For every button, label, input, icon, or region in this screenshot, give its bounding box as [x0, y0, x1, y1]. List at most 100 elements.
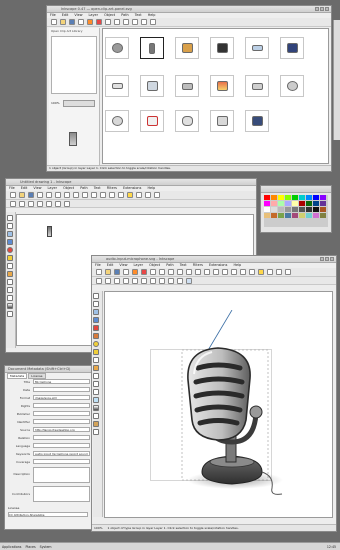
paint-bucket-tool-icon[interactable]: [93, 421, 99, 427]
language-field[interactable]: [33, 443, 90, 448]
swatch[interactable]: [306, 201, 312, 206]
clip-tile-scanner[interactable]: [245, 37, 269, 59]
spray-tool-icon[interactable]: [93, 397, 99, 403]
save-icon[interactable]: [28, 192, 34, 198]
menu-item-help[interactable]: Help: [233, 263, 241, 267]
swatch[interactable]: [306, 207, 312, 212]
group-icon[interactable]: [109, 192, 115, 198]
raise-icon[interactable]: [141, 277, 147, 284]
calligraphy-tool-icon[interactable]: [93, 381, 99, 387]
selector-tool-icon[interactable]: [93, 293, 99, 299]
connector-tool-icon[interactable]: [93, 429, 99, 435]
spiral-tool-icon[interactable]: [7, 263, 13, 269]
export-icon[interactable]: [141, 269, 147, 275]
align-icon[interactable]: [154, 192, 160, 198]
maximize-button[interactable]: [320, 7, 324, 11]
zoom-tool-icon[interactable]: [7, 231, 13, 237]
swatch[interactable]: [313, 195, 319, 200]
menu-item-file[interactable]: File: [9, 186, 15, 190]
raise-icon[interactable]: [55, 200, 61, 207]
print-icon[interactable]: [37, 192, 43, 198]
rotate-ccw-icon[interactable]: [96, 277, 102, 284]
zoom-out-icon[interactable]: [91, 192, 97, 198]
print-icon[interactable]: [78, 19, 84, 25]
swatch[interactable]: [278, 213, 284, 218]
raise-top-icon[interactable]: [132, 277, 138, 284]
clip-tile-keyboard[interactable]: [105, 75, 129, 97]
selector-tool-icon[interactable]: [7, 215, 13, 221]
date-field[interactable]: [33, 387, 90, 392]
menu-item-text[interactable]: Text: [180, 263, 187, 267]
calligraphy-tool-icon[interactable]: [7, 287, 13, 293]
save-icon[interactable]: [69, 19, 75, 25]
new-icon[interactable]: [51, 19, 57, 25]
select-all-icon[interactable]: [10, 200, 16, 207]
clip-tile-network[interactable]: [245, 75, 269, 97]
clip-tile-installer[interactable]: [210, 75, 234, 97]
identifier-field[interactable]: [33, 419, 90, 424]
dropper-tool-icon[interactable]: [7, 311, 13, 317]
menu-item-filters[interactable]: Filters: [107, 186, 117, 190]
import-icon[interactable]: [132, 269, 138, 275]
open-icon[interactable]: [19, 192, 25, 198]
menu-item-layer[interactable]: Layer: [134, 263, 143, 267]
snap-nodes-icon[interactable]: [177, 277, 183, 284]
menu-item-extensions[interactable]: Extensions: [209, 263, 227, 267]
license-select[interactable]: CC Attribution-ShareAlike: [8, 512, 88, 517]
star-tool-icon[interactable]: [93, 349, 99, 355]
swatch[interactable]: [278, 195, 284, 200]
swatch[interactable]: [292, 195, 298, 200]
copy-icon[interactable]: [64, 192, 70, 198]
rotate-cw-icon[interactable]: [28, 200, 34, 207]
new-icon[interactable]: [10, 192, 16, 198]
tab-metadata[interactable]: Metadata: [7, 373, 28, 379]
swatch[interactable]: [264, 201, 270, 206]
clip-tile-display[interactable]: [245, 110, 269, 132]
text-font-icon[interactable]: [136, 192, 142, 198]
lower-bottom-icon[interactable]: [159, 277, 165, 284]
import-icon[interactable]: [87, 19, 93, 25]
swatch[interactable]: [264, 195, 270, 200]
zoom-controls[interactable]: [63, 100, 95, 107]
swatch[interactable]: [299, 195, 305, 200]
clip-tile-printer[interactable]: [140, 75, 164, 97]
gradient-tool-icon[interactable]: [7, 303, 13, 309]
rotate-ccw-icon[interactable]: [19, 200, 25, 207]
undo-icon[interactable]: [150, 269, 156, 275]
swatch[interactable]: [313, 201, 319, 206]
flip-h-icon[interactable]: [37, 200, 43, 207]
source-field[interactable]: http://tango.freedesktop.org: [33, 427, 90, 432]
clone-icon[interactable]: [231, 269, 237, 275]
redo-icon[interactable]: [159, 269, 165, 275]
menu-item-object[interactable]: Object: [63, 186, 74, 190]
rotate-cw-icon[interactable]: [105, 277, 111, 284]
swatch[interactable]: [299, 207, 305, 212]
pen-tool-icon[interactable]: [7, 279, 13, 285]
zoom-fit-icon[interactable]: [100, 192, 106, 198]
swatch[interactable]: [306, 195, 312, 200]
swatch[interactable]: [299, 213, 305, 218]
redo-icon[interactable]: [114, 19, 120, 25]
fill-stroke-icon[interactable]: [127, 192, 133, 198]
keywords-field[interactable]: audio input microphone record sound: [33, 451, 90, 456]
menu-item-text[interactable]: Text: [94, 186, 101, 190]
xml-editor-icon[interactable]: [145, 192, 151, 198]
snap-icon[interactable]: [168, 277, 174, 284]
clip-tile-usb-drive[interactable]: [140, 37, 164, 59]
format-field[interactable]: image/svg+xml: [33, 395, 90, 400]
swatch[interactable]: [313, 213, 319, 218]
export-icon[interactable]: [96, 19, 102, 25]
snap-bbox-icon[interactable]: [186, 277, 192, 284]
contributors-field[interactable]: [33, 486, 90, 502]
minimize-button[interactable]: [315, 7, 319, 11]
swatch[interactable]: [278, 201, 284, 206]
zoom-drawing-icon[interactable]: [213, 269, 219, 275]
swatch[interactable]: [285, 201, 291, 206]
zoom-in-icon[interactable]: [123, 19, 129, 25]
new-icon[interactable]: [96, 269, 102, 275]
pencil-tool-icon[interactable]: [7, 271, 13, 277]
open-icon[interactable]: [60, 19, 66, 25]
menu-item-text[interactable]: Text: [135, 13, 142, 17]
zoom-fit-icon[interactable]: [204, 269, 210, 275]
menu-item-path[interactable]: Path: [121, 13, 128, 17]
